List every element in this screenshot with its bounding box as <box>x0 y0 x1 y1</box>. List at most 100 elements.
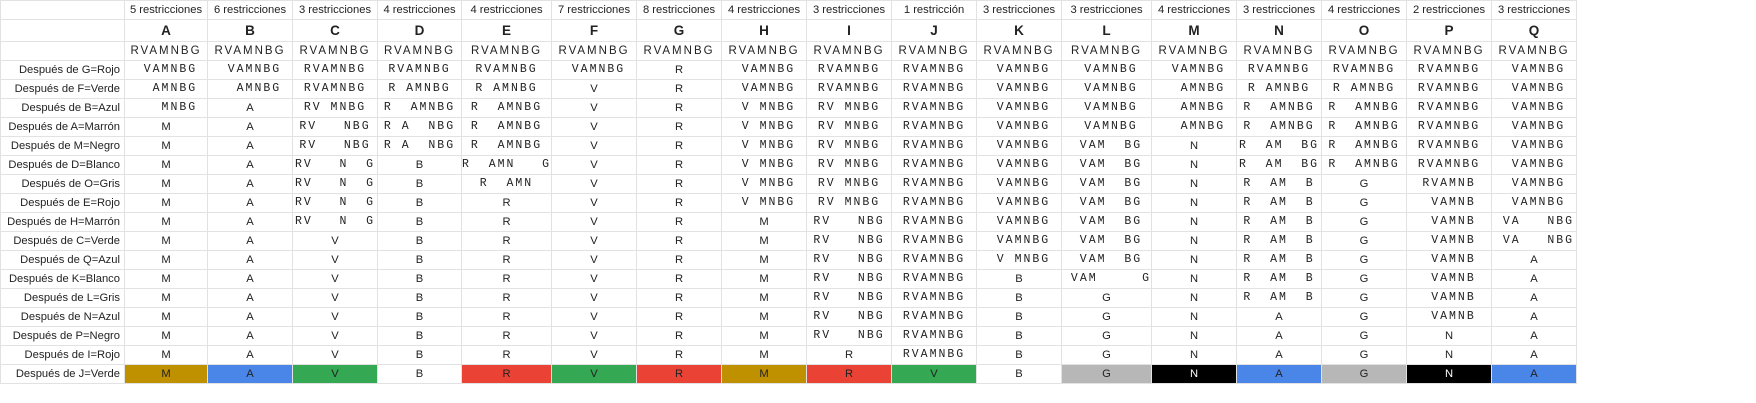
domain-cell[interactable]: V <box>551 117 638 137</box>
domain-cell[interactable]: B <box>377 307 462 327</box>
domain-cell[interactable]: V <box>551 326 638 346</box>
domain-cell[interactable]: M <box>721 269 808 289</box>
final-color-cell[interactable]: A <box>1491 364 1578 384</box>
domain-cell[interactable]: M <box>124 117 208 137</box>
domain-cell[interactable]: N <box>1151 136 1238 156</box>
domain-cell[interactable]: V <box>551 193 638 213</box>
domain-cell[interactable]: R AMNBG <box>1321 155 1408 175</box>
domain-cell[interactable]: VAM BG <box>1061 174 1153 194</box>
domain-cell[interactable]: R <box>636 193 723 213</box>
column-letter-cell[interactable]: L <box>1061 19 1153 42</box>
domain-cell[interactable]: M <box>721 288 808 308</box>
domain-cell[interactable]: V <box>292 307 378 327</box>
domain-cell[interactable]: RV MNBG <box>292 98 378 118</box>
domain-cell[interactable]: VAMNBG <box>551 60 638 80</box>
column-letter-cell[interactable]: G <box>636 19 723 42</box>
domain-cell[interactable]: M <box>124 231 208 251</box>
step-label-cell[interactable]: Después de O=Gris <box>0 174 125 194</box>
domain-cell[interactable]: AMNBG <box>124 79 208 99</box>
domain-cell[interactable]: VAMNB <box>1406 193 1493 213</box>
domain-cell[interactable]: R AMNBG <box>1321 98 1408 118</box>
domain-cell[interactable]: RV NBG <box>806 269 893 289</box>
domain-cell[interactable]: B <box>377 269 462 289</box>
column-letter-cell[interactable]: J <box>891 19 978 42</box>
domain-cell[interactable]: G <box>1061 326 1153 346</box>
domain-cell[interactable]: M <box>124 136 208 156</box>
domain-cell[interactable]: N <box>1151 155 1238 175</box>
domain-cell[interactable]: R AMNBG <box>377 79 462 99</box>
domain-cell[interactable]: VAMNBG <box>721 60 808 80</box>
step-label-cell[interactable]: Después de G=Rojo <box>0 60 125 80</box>
options-cell[interactable]: RVAMNBG <box>1321 41 1408 61</box>
final-color-cell[interactable]: N <box>1406 364 1493 384</box>
domain-cell[interactable]: B <box>377 231 462 251</box>
domain-cell[interactable]: VAMNBG <box>1491 60 1578 80</box>
domain-cell[interactable]: A <box>207 136 293 156</box>
domain-cell[interactable]: VAMNBG <box>976 79 1063 99</box>
domain-cell[interactable]: N <box>1151 345 1238 365</box>
domain-cell[interactable]: VAMNBG <box>976 155 1063 175</box>
final-color-cell[interactable]: B <box>377 364 462 384</box>
domain-cell[interactable]: V MNBG <box>721 117 808 137</box>
domain-cell[interactable]: RVAMNBG <box>1236 60 1323 80</box>
domain-cell[interactable]: A <box>207 250 293 270</box>
options-cell[interactable]: RVAMNBG <box>551 41 638 61</box>
domain-cell[interactable]: M <box>124 193 208 213</box>
domain-cell[interactable]: A <box>1491 307 1578 327</box>
domain-cell[interactable]: RVAMNBG <box>891 326 978 346</box>
restriction-count-cell[interactable]: 3 restricciones <box>1061 0 1153 20</box>
domain-cell[interactable]: RVAMNBG <box>806 79 893 99</box>
domain-cell[interactable]: R AMNBG <box>460 98 553 118</box>
domain-cell[interactable]: RVAMNBG <box>1406 155 1493 175</box>
final-color-cell[interactable]: R <box>636 364 723 384</box>
domain-cell[interactable]: B <box>377 212 462 232</box>
step-label-cell[interactable]: Después de M=Negro <box>0 136 125 156</box>
final-color-cell[interactable]: V <box>891 364 978 384</box>
restriction-count-cell[interactable]: 4 restricciones <box>1321 0 1408 20</box>
domain-cell[interactable]: N <box>1406 326 1493 346</box>
domain-cell[interactable]: V <box>551 174 638 194</box>
domain-cell[interactable]: M <box>124 174 208 194</box>
domain-cell[interactable]: R <box>460 345 553 365</box>
domain-cell[interactable]: R AMNBG <box>1236 117 1323 137</box>
domain-cell[interactable]: N <box>1151 231 1238 251</box>
domain-cell[interactable]: R <box>636 98 723 118</box>
domain-cell[interactable]: RVAMNBG <box>891 345 978 365</box>
domain-cell[interactable]: RVAMNBG <box>1406 98 1493 118</box>
step-label-cell[interactable]: Después de A=Marrón <box>0 117 125 137</box>
step-label-cell[interactable]: Después de K=Blanco <box>0 269 125 289</box>
domain-cell[interactable]: R AMN <box>460 174 553 194</box>
domain-cell[interactable]: RV MNBG <box>806 174 893 194</box>
domain-cell[interactable]: R <box>636 212 723 232</box>
domain-cell[interactable]: R AM B <box>1236 174 1323 194</box>
domain-cell[interactable]: VAMNBG <box>1491 117 1578 137</box>
domain-cell[interactable]: V <box>292 326 378 346</box>
domain-cell[interactable]: R AM BG <box>1236 155 1323 175</box>
domain-cell[interactable]: V <box>551 155 638 175</box>
domain-cell[interactable]: RV NBG <box>806 231 893 251</box>
options-cell[interactable]: RVAMNBG <box>1236 41 1323 61</box>
column-letter-cell[interactable]: M <box>1151 19 1238 42</box>
domain-cell[interactable]: B <box>377 174 462 194</box>
domain-cell[interactable]: V <box>551 269 638 289</box>
domain-cell[interactable]: R AMNBG <box>1236 79 1323 99</box>
domain-cell[interactable]: RVAMNBG <box>806 60 893 80</box>
domain-cell[interactable]: VAM BG <box>1061 155 1153 175</box>
domain-cell[interactable]: VAMNBG <box>976 98 1063 118</box>
domain-cell[interactable]: R AMNBG <box>1321 79 1408 99</box>
options-cell[interactable]: RVAMNBG <box>124 41 208 61</box>
domain-cell[interactable]: A <box>207 231 293 251</box>
domain-cell[interactable]: VA NBG <box>1491 212 1578 232</box>
options-cell[interactable]: RVAMNBG <box>976 41 1063 61</box>
restriction-count-cell[interactable]: 3 restricciones <box>806 0 893 20</box>
domain-cell[interactable]: V <box>551 250 638 270</box>
final-color-cell[interactable]: G <box>1321 364 1408 384</box>
domain-cell[interactable]: B <box>976 288 1063 308</box>
domain-cell[interactable]: MNBG <box>124 98 208 118</box>
domain-cell[interactable]: RV MNBG <box>806 98 893 118</box>
column-letter-cell[interactable]: A <box>124 19 208 42</box>
domain-cell[interactable]: R AM B <box>1236 193 1323 213</box>
domain-cell[interactable]: VAM BG <box>1061 193 1153 213</box>
domain-cell[interactable]: VAMNBG <box>1491 174 1578 194</box>
domain-cell[interactable]: A <box>1491 269 1578 289</box>
